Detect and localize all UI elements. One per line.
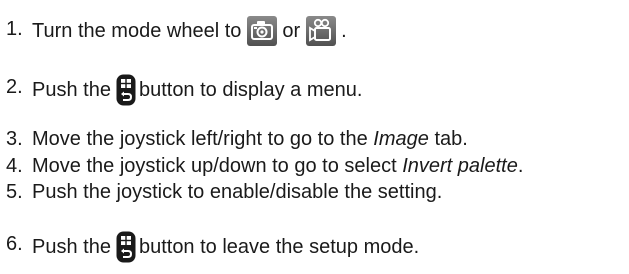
step-number: 1. [6,18,23,40]
step-text: Move the joystick left/right to go to th… [32,126,468,152]
step-text-middle: or [282,20,301,42]
video-mode-icon [306,16,337,46]
step-text: Push the button to display a menu. [32,74,362,106]
step-text-after: button to display a menu. [138,79,363,101]
step-text: Turn the mode wheel to or . [32,16,347,46]
step-number: 4. [6,155,23,177]
step-text: Push the button to leave the setup mode. [32,231,419,263]
step-text-after: button to leave the setup mode. [138,236,420,258]
camera-mode-icon [247,16,278,46]
menu-back-button-icon [116,231,136,263]
step-text-emphasis: Image [373,128,429,150]
step-number: 6. [6,233,23,255]
step-text-before: Move the joystick left/right to go to th… [32,128,368,150]
menu-back-button-icon [116,74,136,106]
step-text-before: Push the [32,79,111,101]
step-text-before: Move the joystick up/down to go to selec… [32,155,397,177]
step-text-after: tab. [434,128,468,150]
step-text: Move the joystick up/down to go to selec… [32,153,523,179]
step-text-after: . [341,20,347,42]
step-text-after: . [517,155,524,177]
step-text: Push the joystick to enable/disable the … [32,181,443,203]
step-number: 2. [6,76,23,98]
step-text-emphasis: Invert palette [402,155,518,177]
step-text-before: Turn the mode wheel to [32,20,242,42]
step-number: 3. [6,128,23,150]
step-text-before: Push the [32,236,111,258]
step-number: 5. [6,181,23,203]
